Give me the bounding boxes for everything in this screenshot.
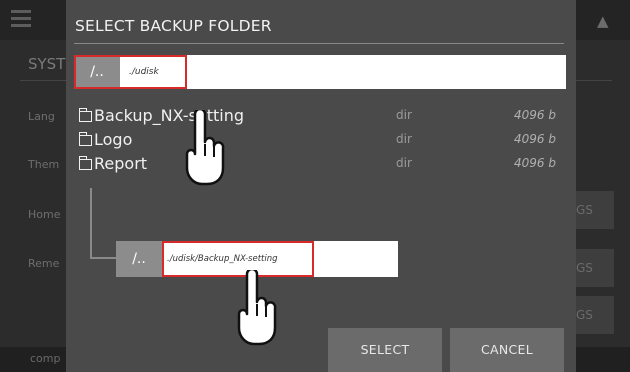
file-type: dir <box>396 132 412 146</box>
file-name: Report <box>94 154 148 173</box>
path-highlight-box <box>74 55 187 89</box>
file-type: dir <box>396 156 412 170</box>
file-row[interactable]: Backup_NX-setting dir 4096 b <box>78 106 569 130</box>
hand-pointer-icon <box>185 110 225 186</box>
setting-label-remember: Reme <box>28 257 60 270</box>
setting-label-theme: Them <box>28 158 60 171</box>
cancel-button[interactable]: CANCEL <box>450 328 564 372</box>
file-list: Backup_NX-setting dir 4096 b Logo dir 40… <box>78 106 569 178</box>
footer-text: comp <box>30 352 61 365</box>
parent-folder-button[interactable]: /.. <box>116 241 162 277</box>
file-size: 4096 b <box>514 156 556 170</box>
file-name-wrap: Logo <box>78 130 133 149</box>
path-bar: /.. ./udisk <box>74 55 566 89</box>
dialog-divider <box>74 43 564 44</box>
folder-icon <box>78 108 92 122</box>
file-type: dir <box>396 108 412 122</box>
select-backup-folder-dialog: SELECT BACKUP FOLDER /.. ./udisk Backup_… <box>66 0 576 372</box>
select-button[interactable]: SELECT <box>328 328 442 372</box>
background-title: SYST <box>28 55 66 73</box>
connector-line <box>90 188 92 258</box>
file-name-wrap: Report <box>78 154 148 173</box>
folder-icon <box>78 132 92 146</box>
hand-pointer-icon <box>237 270 277 346</box>
file-name: Logo <box>94 130 133 149</box>
file-row[interactable]: Report dir 4096 b <box>78 154 569 178</box>
file-size: 4096 b <box>514 108 556 122</box>
folder-icon <box>78 156 92 170</box>
setting-label-home: Home <box>28 208 61 221</box>
file-size: 4096 b <box>514 132 556 146</box>
menu-icon[interactable] <box>11 10 31 28</box>
home-icon[interactable]: ▲ <box>597 12 609 30</box>
setting-label-language: Lang <box>28 110 55 123</box>
file-row[interactable]: Logo dir 4096 b <box>78 130 569 154</box>
dialog-title: SELECT BACKUP FOLDER <box>75 17 272 35</box>
